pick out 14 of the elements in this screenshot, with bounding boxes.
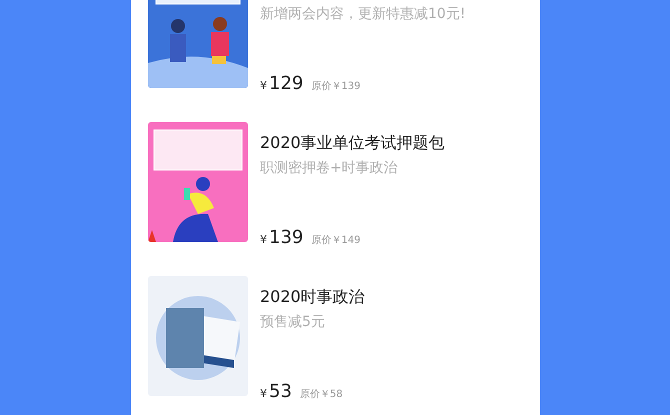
product-subtitle: 新增两会内容，更新特惠减10元! xyxy=(260,5,466,24)
product-title[interactable]: 2020时事政治 xyxy=(260,286,523,308)
product-price: 139 xyxy=(269,226,304,250)
original-price: 原价￥139 xyxy=(311,80,360,94)
product-subtitle: 职测密押卷+时事政治 xyxy=(260,159,399,178)
currency-symbol: ¥ xyxy=(260,78,267,94)
currency-symbol: ¥ xyxy=(260,386,267,402)
product-title[interactable]: 2020事业单位考试押题包 xyxy=(260,132,523,154)
product-price: 129 xyxy=(269,72,304,96)
original-price: 原价￥58 xyxy=(300,388,343,402)
product-subtitle: 预售减5元 xyxy=(260,313,326,332)
original-price: 原价￥149 xyxy=(311,234,360,248)
product-price: 53 xyxy=(269,380,292,404)
currency-symbol: ¥ xyxy=(260,232,267,248)
